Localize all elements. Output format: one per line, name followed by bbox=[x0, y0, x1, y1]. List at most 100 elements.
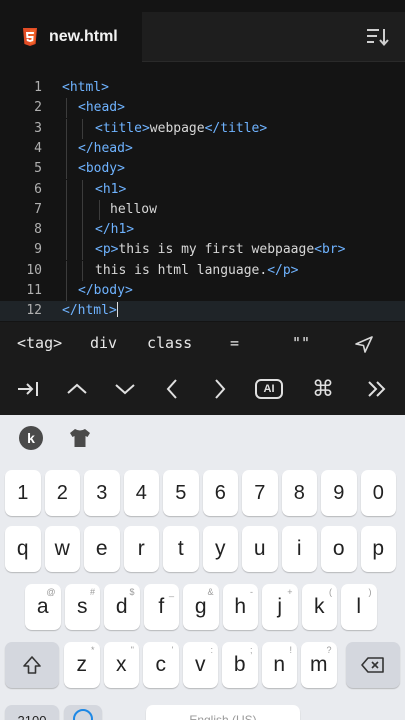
key-r[interactable]: r bbox=[123, 526, 159, 572]
key-i[interactable]: i bbox=[281, 526, 317, 572]
indent-guide bbox=[82, 118, 83, 139]
snippet-equals[interactable]: = bbox=[230, 334, 239, 352]
double-chevron-right-icon[interactable] bbox=[360, 374, 394, 404]
code-line[interactable]: 3 <title>webpage</title> bbox=[0, 118, 405, 139]
key-z[interactable]: z * bbox=[64, 642, 100, 688]
code-line[interactable]: 12 </html> bbox=[0, 301, 405, 322]
code-line[interactable]: 1 <html> bbox=[0, 78, 405, 98]
key-label: 7 bbox=[254, 481, 266, 504]
key-s[interactable]: s # bbox=[64, 584, 100, 630]
code-line[interactable]: 8 </h1> bbox=[0, 220, 405, 241]
caret-down-icon[interactable] bbox=[108, 374, 142, 404]
backspace-key[interactable] bbox=[346, 642, 400, 688]
key-label: s bbox=[77, 595, 88, 618]
key-2[interactable]: 2 bbox=[44, 470, 80, 516]
tag-token: <body> bbox=[78, 161, 125, 177]
key-o[interactable]: o bbox=[321, 526, 357, 572]
key-label: c bbox=[155, 653, 167, 676]
key-label: f bbox=[158, 595, 165, 618]
code-line[interactable]: 11 </body> bbox=[0, 281, 405, 301]
line-number: 7 bbox=[34, 201, 42, 217]
key-a[interactable]: a @ bbox=[25, 584, 61, 630]
symbols-key[interactable]: 2100 bbox=[5, 705, 59, 720]
key-6[interactable]: 6 bbox=[202, 470, 238, 516]
wand-icon[interactable] bbox=[354, 334, 374, 354]
key-u[interactable]: u bbox=[242, 526, 278, 572]
chevron-left-icon[interactable] bbox=[155, 374, 189, 404]
emoji-key[interactable] bbox=[64, 705, 102, 720]
key-4[interactable]: 4 bbox=[123, 470, 159, 516]
key-label: English (US) bbox=[189, 713, 257, 720]
key-n[interactable]: n! bbox=[261, 642, 297, 688]
code-text: <body> bbox=[78, 159, 125, 179]
key-b[interactable]: b; bbox=[222, 642, 258, 688]
snippet-tag[interactable]: <tag> bbox=[17, 334, 62, 352]
key-d[interactable]: d $ bbox=[104, 584, 140, 630]
key-1[interactable]: 1 bbox=[5, 470, 41, 516]
line-number: 10 bbox=[26, 262, 42, 278]
key-f[interactable]: f _ bbox=[143, 584, 179, 630]
key-c[interactable]: c ' bbox=[143, 642, 179, 688]
code-line[interactable]: 7 hellow bbox=[0, 199, 405, 220]
key-9[interactable]: 9 bbox=[321, 470, 357, 516]
key-label: t bbox=[177, 537, 184, 560]
command-icon[interactable]: ⌘ bbox=[306, 374, 340, 404]
code-line[interactable]: 2 <head> bbox=[0, 98, 405, 119]
keyboard-logo-icon[interactable]: k bbox=[19, 426, 43, 450]
tag-token: </p> bbox=[267, 262, 299, 278]
key-m[interactable]: m? bbox=[301, 642, 337, 688]
snippet-class[interactable]: class bbox=[147, 334, 192, 352]
key-label: o bbox=[332, 537, 345, 560]
key-q[interactable]: q bbox=[5, 526, 41, 572]
tag-token: </title> bbox=[204, 120, 268, 136]
tag-token: <h1> bbox=[95, 181, 127, 197]
key-label: k bbox=[314, 595, 325, 618]
key-0[interactable]: 0 bbox=[360, 470, 396, 516]
key-g[interactable]: g & bbox=[183, 584, 219, 630]
key-label: b bbox=[233, 653, 246, 676]
code-text: </head> bbox=[78, 139, 133, 159]
key-v[interactable]: v: bbox=[182, 642, 218, 688]
code-text: hellow bbox=[110, 201, 157, 217]
ai-icon[interactable]: AI bbox=[252, 374, 286, 404]
key-h[interactable]: h- bbox=[222, 584, 258, 630]
sort-icon[interactable] bbox=[365, 24, 391, 50]
snippet-row: <tag> div class = "" bbox=[0, 322, 405, 364]
key-label: e bbox=[95, 537, 108, 560]
key-k[interactable]: k( bbox=[301, 584, 337, 630]
key-e[interactable]: e bbox=[84, 526, 120, 572]
chevron-right-icon[interactable] bbox=[203, 374, 237, 404]
shift-key[interactable] bbox=[5, 642, 59, 688]
key-t[interactable]: t bbox=[163, 526, 199, 572]
key-label: w bbox=[54, 537, 70, 560]
key-3[interactable]: 3 bbox=[84, 470, 120, 516]
app-root: new.html 1 <html> 2 <head> 3 <title>webpage</… bbox=[0, 0, 405, 720]
code-editor[interactable]: 1 <html> 2 <head> 3 <title>webpage</title> 4 </… bbox=[0, 62, 405, 322]
key-5[interactable]: 5 bbox=[163, 470, 199, 516]
code-line[interactable]: 5 <body> bbox=[0, 159, 405, 180]
key-7[interactable]: 7 bbox=[242, 470, 278, 516]
tab-icon[interactable] bbox=[11, 374, 45, 404]
indent-guide bbox=[82, 260, 83, 281]
theme-shirt-icon[interactable] bbox=[68, 427, 92, 449]
navigation-row: AI ⌘ bbox=[0, 366, 405, 412]
code-line[interactable]: 9 <p>this is my first webpaage<br> bbox=[0, 240, 405, 261]
key-8[interactable]: 8 bbox=[281, 470, 317, 516]
code-line[interactable]: 10 this is html language.</p> bbox=[0, 260, 405, 281]
file-tab[interactable]: new.html bbox=[0, 12, 142, 62]
key-p[interactable]: p bbox=[360, 526, 396, 572]
key-w[interactable]: w bbox=[44, 526, 80, 572]
key-y[interactable]: y bbox=[202, 526, 238, 572]
key-label: n bbox=[273, 653, 286, 676]
snippet-quotes[interactable]: "" bbox=[292, 334, 310, 352]
indent-guide bbox=[99, 199, 100, 220]
snippet-div[interactable]: div bbox=[90, 334, 117, 352]
key-j[interactable]: j + bbox=[262, 584, 298, 630]
key-label: 5 bbox=[175, 481, 187, 504]
caret-up-icon[interactable] bbox=[60, 374, 94, 404]
key-l[interactable]: l) bbox=[341, 584, 377, 630]
code-line[interactable]: 4 </head> bbox=[0, 138, 405, 159]
code-line[interactable]: 6 <h1> bbox=[0, 179, 405, 200]
key-x[interactable]: x " bbox=[103, 642, 139, 688]
space-key[interactable]: English (US) bbox=[146, 705, 300, 720]
